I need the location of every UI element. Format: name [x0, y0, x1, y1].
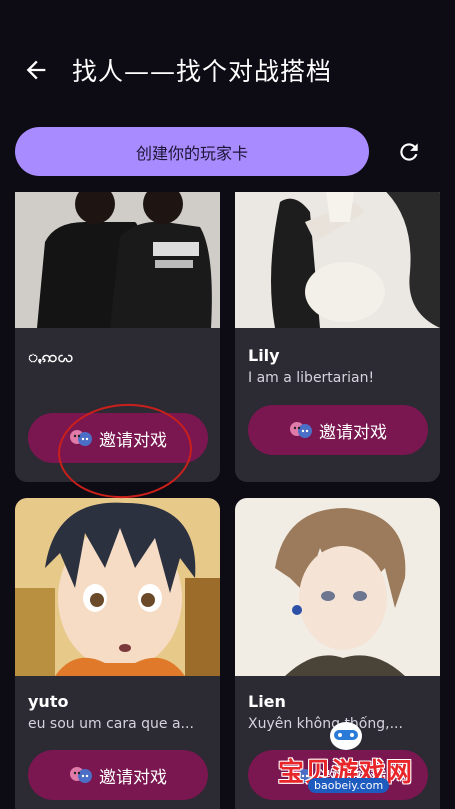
player-card[interactable]: Lily I am a libertarian! 邀请对戏: [235, 192, 440, 482]
player-name: ꩻꩡꩬ: [28, 347, 73, 366]
invite-label: 邀请对戏: [99, 767, 167, 788]
player-name: Lily: [248, 346, 280, 365]
player-photo: [15, 498, 220, 676]
player-photo: [235, 498, 440, 676]
invite-button[interactable]: 邀请对戏: [248, 405, 428, 455]
refresh-icon[interactable]: [396, 139, 422, 165]
player-photo: [235, 192, 440, 328]
player-card[interactable]: yuto eu sou um cara que a... 邀请对戏: [15, 498, 220, 809]
player-photo: [15, 192, 220, 328]
watermark-url: baobeiy.com: [308, 778, 390, 793]
watermark-mascot-icon: [330, 722, 362, 750]
masks-icon: [290, 422, 312, 438]
create-player-card-button[interactable]: 创建你的玩家卡: [15, 127, 369, 176]
back-arrow-icon[interactable]: [22, 56, 50, 84]
player-bio: eu sou um cara que a...: [28, 716, 194, 732]
watermark: 宝贝游戏网 baobeiy.com: [254, 716, 424, 796]
invite-label: 邀请对戏: [319, 422, 387, 443]
player-name: Lien: [248, 692, 286, 711]
player-name: yuto: [28, 692, 69, 711]
invite-button[interactable]: 邀请对戏: [28, 750, 208, 800]
masks-icon: [70, 767, 92, 783]
app-header: 找人——找个对战搭档: [0, 0, 455, 120]
player-bio: I am a libertarian!: [248, 370, 375, 386]
page-title: 找人——找个对战搭档: [72, 57, 333, 86]
